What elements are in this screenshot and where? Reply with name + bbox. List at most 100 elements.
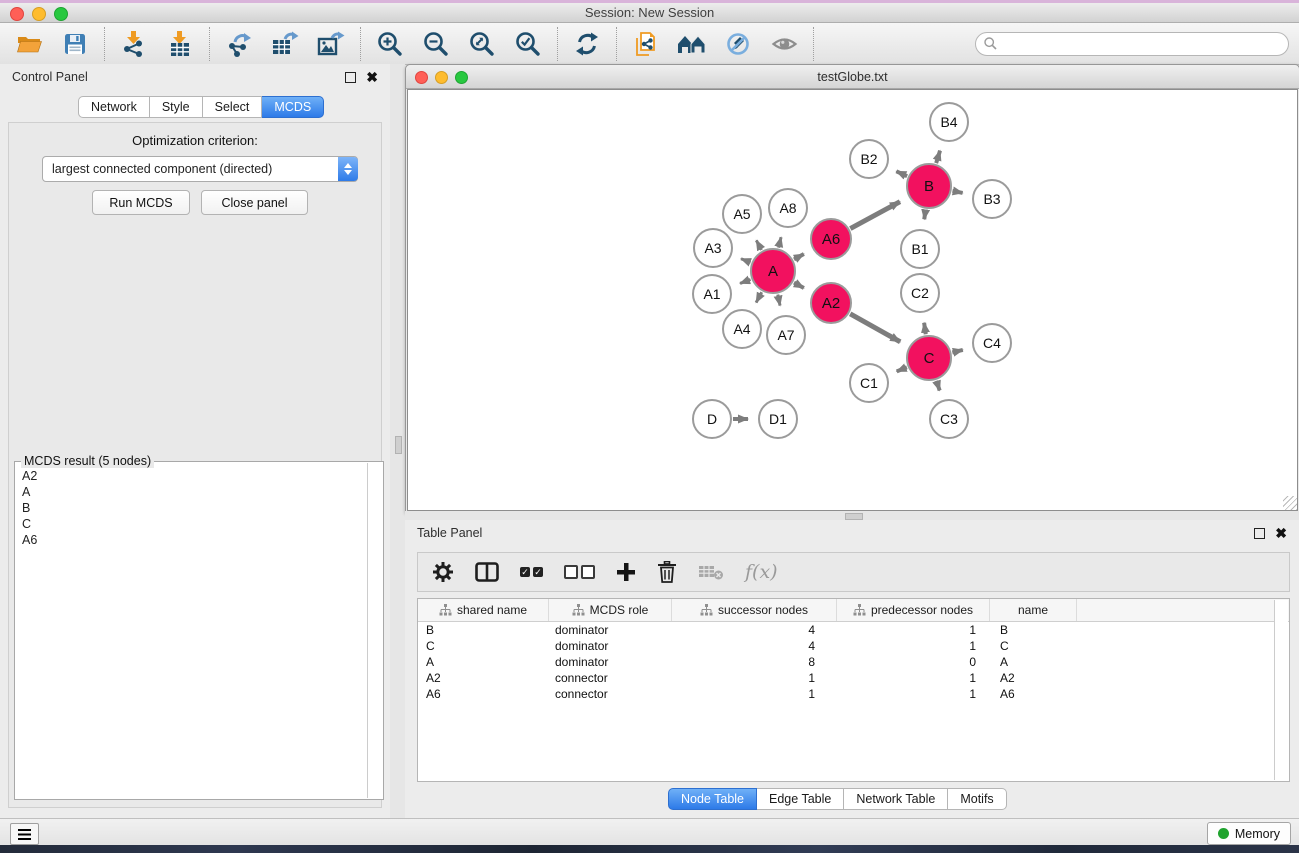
edge-A-A8[interactable] [779, 237, 781, 247]
edge-A2-C[interactable] [850, 314, 900, 342]
edge-C-C1[interactable] [897, 367, 907, 371]
column-header-successor-nodes[interactable]: successor nodes [672, 599, 837, 621]
result-list-item[interactable]: A [17, 484, 367, 500]
node-label-B3: B3 [983, 191, 1000, 207]
export-network-icon[interactable] [224, 30, 254, 58]
hide-graphics-icon[interactable] [723, 30, 753, 58]
table-row[interactable]: Cdominator41C [418, 638, 1289, 654]
close-window-button[interactable] [10, 7, 24, 21]
function-builder-icon[interactable]: f(x) [745, 558, 778, 586]
node-label-A2: A2 [822, 295, 840, 312]
import-network-icon[interactable] [119, 30, 149, 58]
network-close-button[interactable] [415, 71, 428, 84]
zoom-window-button[interactable] [54, 7, 68, 21]
tab-select[interactable]: Select [203, 96, 263, 118]
edge-A-A4[interactable] [756, 292, 762, 302]
zoom-fit-icon[interactable] [467, 30, 497, 58]
edge-B-B4[interactable] [936, 151, 940, 163]
edge-A-A2[interactable] [794, 283, 804, 288]
criterion-dropdown[interactable]: largest connected component (directed) [42, 156, 358, 182]
table-cell: A2 [418, 671, 549, 685]
zoom-selected-icon[interactable] [513, 30, 543, 58]
node-label-C1: C1 [860, 375, 878, 391]
close-panel-button[interactable]: Close panel [201, 190, 308, 215]
zoom-out-icon[interactable] [421, 30, 451, 58]
edge-B-B1[interactable] [924, 210, 925, 220]
close-panel-icon[interactable]: ✖ [366, 72, 378, 82]
tab-motifs[interactable]: Motifs [948, 788, 1006, 810]
column-header-mcds-role[interactable]: MCDS role [549, 599, 672, 621]
tab-edge-table[interactable]: Edge Table [757, 788, 844, 810]
delete-column-trash-icon[interactable] [657, 558, 677, 586]
edge-A6-B[interactable] [850, 202, 900, 229]
import-table-icon[interactable] [165, 30, 195, 58]
network-minimize-button[interactable] [435, 71, 448, 84]
search-input[interactable] [1003, 36, 1280, 52]
edge-C-C2[interactable] [924, 323, 926, 335]
show-hide-eye-icon[interactable] [769, 30, 799, 58]
network-canvas[interactable]: AA6A2BCA1A3A5A8A4A7B1B2B3B4C1C2C3C4DD1 [407, 89, 1298, 511]
float-panel-icon[interactable] [345, 72, 356, 83]
table-scrollbar[interactable] [1274, 600, 1288, 780]
memory-button[interactable]: Memory [1207, 822, 1291, 845]
column-header-predecessor-nodes[interactable]: predecessor nodes [837, 599, 990, 621]
splitter-handle[interactable] [845, 513, 863, 520]
delete-table-icon[interactable] [698, 558, 724, 586]
result-list-item[interactable]: C [17, 516, 367, 532]
edge-B-B2[interactable] [896, 171, 907, 176]
edge-A-A7[interactable] [778, 295, 780, 306]
select-all-icon[interactable]: ✓✓ [520, 558, 543, 586]
zoom-in-icon[interactable] [375, 30, 405, 58]
export-image-icon[interactable] [316, 30, 346, 58]
table-row[interactable]: Adominator80A [418, 654, 1289, 670]
tab-network-table[interactable]: Network Table [844, 788, 948, 810]
control-panel-tabs: NetworkStyleSelectMCDS [78, 96, 324, 118]
run-mcds-button[interactable]: Run MCDS [92, 190, 190, 215]
table-row[interactable]: A2connector11A2 [418, 670, 1289, 686]
edge-A-A6[interactable] [794, 254, 804, 259]
network-window: testGlobe.txt AA6A2BCA1A3A5A8A4A7B1B2B3B… [405, 64, 1299, 513]
edge-A-A3[interactable] [741, 259, 751, 263]
table-settings-gear-icon[interactable] [432, 558, 454, 586]
tab-node-table[interactable]: Node Table [668, 788, 757, 810]
table-row[interactable]: Bdominator41B [418, 622, 1289, 638]
close-panel-icon[interactable]: ✖ [1275, 528, 1287, 538]
edge-A-A1[interactable] [740, 279, 750, 283]
tab-mcds[interactable]: MCDS [262, 96, 324, 118]
deselect-all-icon[interactable] [564, 558, 595, 586]
vertical-splitter[interactable] [390, 64, 405, 818]
refresh-icon[interactable] [572, 30, 602, 58]
horizontal-splitter[interactable] [405, 511, 1299, 520]
tab-style[interactable]: Style [150, 96, 203, 118]
result-scrollbar[interactable] [367, 463, 382, 798]
tab-network[interactable]: Network [78, 96, 150, 118]
table-row[interactable]: A6connector11A6 [418, 686, 1289, 702]
network-window-titlebar[interactable]: testGlobe.txt [406, 65, 1299, 89]
node-label-A5: A5 [733, 206, 750, 222]
network-zoom-button[interactable] [455, 71, 468, 84]
splitter-handle[interactable] [395, 436, 402, 454]
minimize-window-button[interactable] [32, 7, 46, 21]
save-session-icon[interactable] [60, 30, 90, 58]
edge-C-C4[interactable] [952, 350, 962, 352]
open-session-icon[interactable] [14, 30, 44, 58]
zoom-group [361, 27, 558, 61]
clone-network-icon[interactable] [631, 30, 661, 58]
home-icon[interactable] [677, 30, 707, 58]
result-list-item[interactable]: B [17, 500, 367, 516]
result-list-item[interactable]: A2 [17, 468, 367, 484]
show-columns-icon[interactable] [475, 558, 499, 586]
table-cell: dominator [549, 623, 672, 637]
export-table-icon[interactable] [270, 30, 300, 58]
column-header-shared-name[interactable]: shared name [418, 599, 549, 621]
resize-handle[interactable] [1283, 496, 1297, 510]
edge-C-C3[interactable] [936, 381, 939, 391]
add-column-icon[interactable] [616, 558, 636, 586]
float-panel-icon[interactable] [1254, 528, 1265, 539]
edge-B-B3[interactable] [953, 191, 963, 193]
task-history-button[interactable] [10, 823, 39, 845]
edge-A-A5[interactable] [756, 240, 761, 250]
result-list-item[interactable]: A6 [17, 532, 367, 548]
network-graph[interactable]: AA6A2BCA1A3A5A8A4A7B1B2B3B4C1C2C3C4DD1 [408, 90, 1295, 508]
column-header-name[interactable]: name [990, 599, 1077, 621]
